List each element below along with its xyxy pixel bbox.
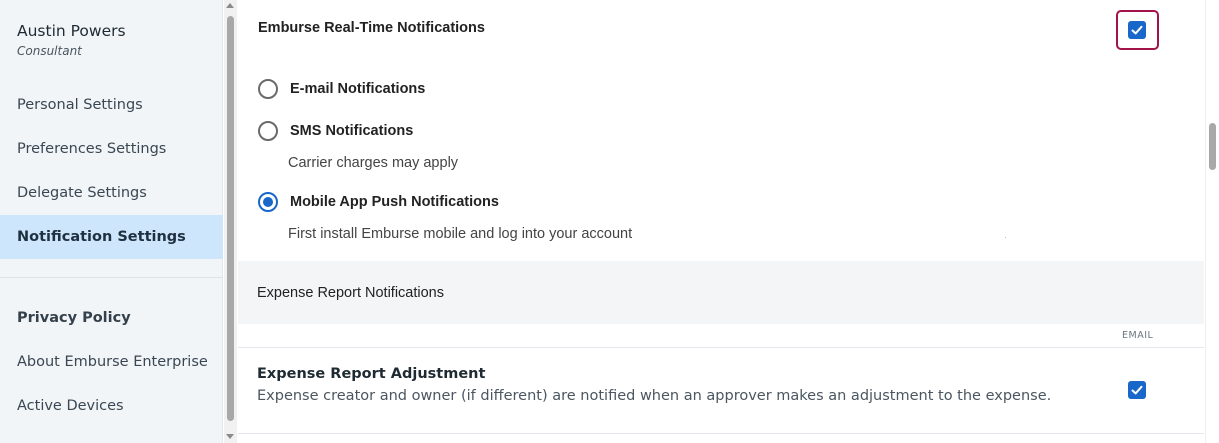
user-profile: Austin Powers Consultant [17,22,126,58]
checkmark-icon [1131,25,1143,35]
checkmark-icon [1131,385,1143,395]
sidebar-item-privacy-policy[interactable]: Privacy Policy [0,296,223,340]
email-notifications-radio[interactable] [258,79,278,99]
expense-adjustment-title: Expense Report Adjustment [257,366,486,382]
expense-adjustment-description: Expense creator and owner (if different)… [257,388,1052,404]
email-column-header: EMAIL [1122,330,1154,341]
push-notifications-radio[interactable] [258,192,278,212]
chevron-up-icon[interactable] [226,3,234,8]
sidebar-item-personal-settings[interactable]: Personal Settings [0,83,223,127]
sidebar-item-delegate-settings[interactable]: Delegate Settings [0,171,223,215]
notification-settings-panel: Emburse Real-Time Notifications E-mail N… [238,0,1204,443]
sidebar-item-active-devices[interactable]: Active Devices [0,384,223,428]
stray-dot [1005,237,1006,238]
user-role: Consultant [17,44,82,58]
row-divider [238,347,1204,348]
expense-report-section-header: Expense Report Notifications [238,261,1204,324]
row-divider [238,433,1204,434]
sidebar-item-about[interactable]: About Emburse Enterprise [0,340,223,384]
sidebar-scroll-thumb[interactable] [227,16,234,421]
realtime-enabled-checkbox[interactable] [1128,21,1146,39]
sms-carrier-note: Carrier charges may apply [288,155,459,171]
main-scrollbar[interactable] [1205,0,1219,443]
sidebar-item-preferences-settings[interactable]: Preferences Settings [0,127,223,171]
main-scroll-thumb[interactable] [1209,123,1216,170]
user-name: Austin Powers [17,22,126,40]
sms-notifications-radio[interactable] [258,121,278,141]
sidebar-scrollbar[interactable] [224,0,237,443]
realtime-section-title: Emburse Real-Time Notifications [258,20,485,36]
sidebar-divider [0,277,223,278]
email-notifications-label: E-mail Notifications [290,81,426,97]
realtime-toggle-focus-ring[interactable] [1116,10,1159,50]
expense-adjustment-email-checkbox[interactable] [1128,381,1146,399]
expense-report-section-title: Expense Report Notifications [257,285,444,301]
settings-sidebar: Austin Powers Consultant Personal Settin… [0,0,223,443]
sms-notifications-label: SMS Notifications [290,123,414,139]
push-notifications-label: Mobile App Push Notifications [290,194,499,210]
sidebar-item-notification-settings[interactable]: Notification Settings [0,215,223,259]
push-install-note: First install Emburse mobile and log int… [288,226,633,242]
chevron-down-icon[interactable] [226,434,234,439]
